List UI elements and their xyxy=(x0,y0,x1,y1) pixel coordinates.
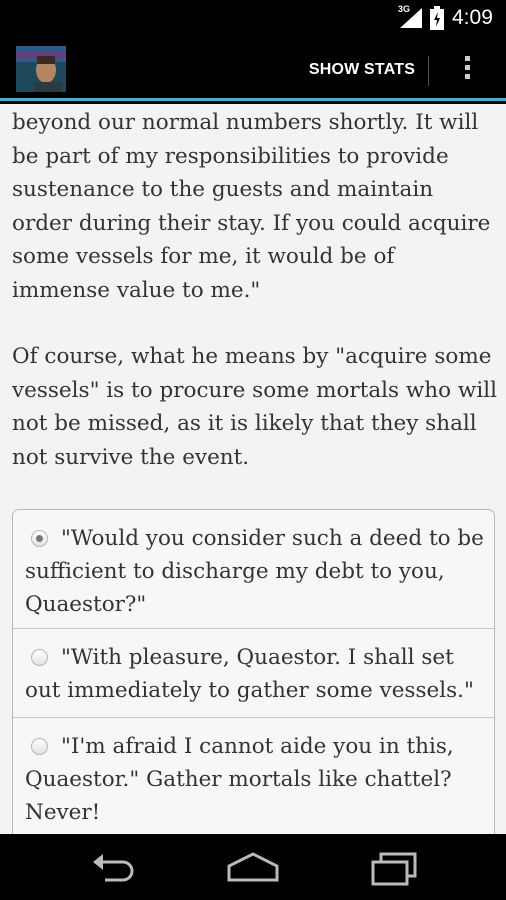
back-icon[interactable] xyxy=(83,846,143,886)
choice-option[interactable]: "I'm afraid I cannot aide you in this, Q… xyxy=(13,717,494,834)
choice-label: "I'm afraid I cannot aide you in this, Q… xyxy=(25,734,454,825)
navigation-bar xyxy=(0,834,506,900)
home-icon[interactable] xyxy=(223,846,283,886)
action-bar-divider xyxy=(428,56,429,86)
status-bar: 3G 4:09 xyxy=(0,0,506,38)
choice-option[interactable]: "With pleasure, Quaestor. I shall set ou… xyxy=(13,628,494,717)
choice-option[interactable]: "Would you consider such a deed to be su… xyxy=(13,510,494,628)
choice-label: "With pleasure, Quaestor. I shall set ou… xyxy=(25,645,474,703)
clock: 4:09 xyxy=(452,6,493,29)
action-bar: SHOW STATS xyxy=(0,38,506,101)
choice-list: "Would you consider such a deed to be su… xyxy=(12,509,495,834)
app-icon[interactable] xyxy=(16,46,66,92)
story-paragraph: beyond our normal numbers shortly. It wi… xyxy=(12,110,491,303)
story-content[interactable]: beyond our normal numbers shortly. It wi… xyxy=(0,104,506,834)
story-paragraph: Of course, what he means by "acquire som… xyxy=(12,344,497,470)
network-type-label: 3G xyxy=(398,4,411,14)
recent-apps-icon[interactable] xyxy=(365,846,425,886)
choice-label: "Would you consider such a deed to be su… xyxy=(25,526,484,617)
battery-icon xyxy=(430,6,444,30)
show-stats-button[interactable]: SHOW STATS xyxy=(300,50,424,90)
overflow-menu-icon[interactable] xyxy=(452,52,482,88)
